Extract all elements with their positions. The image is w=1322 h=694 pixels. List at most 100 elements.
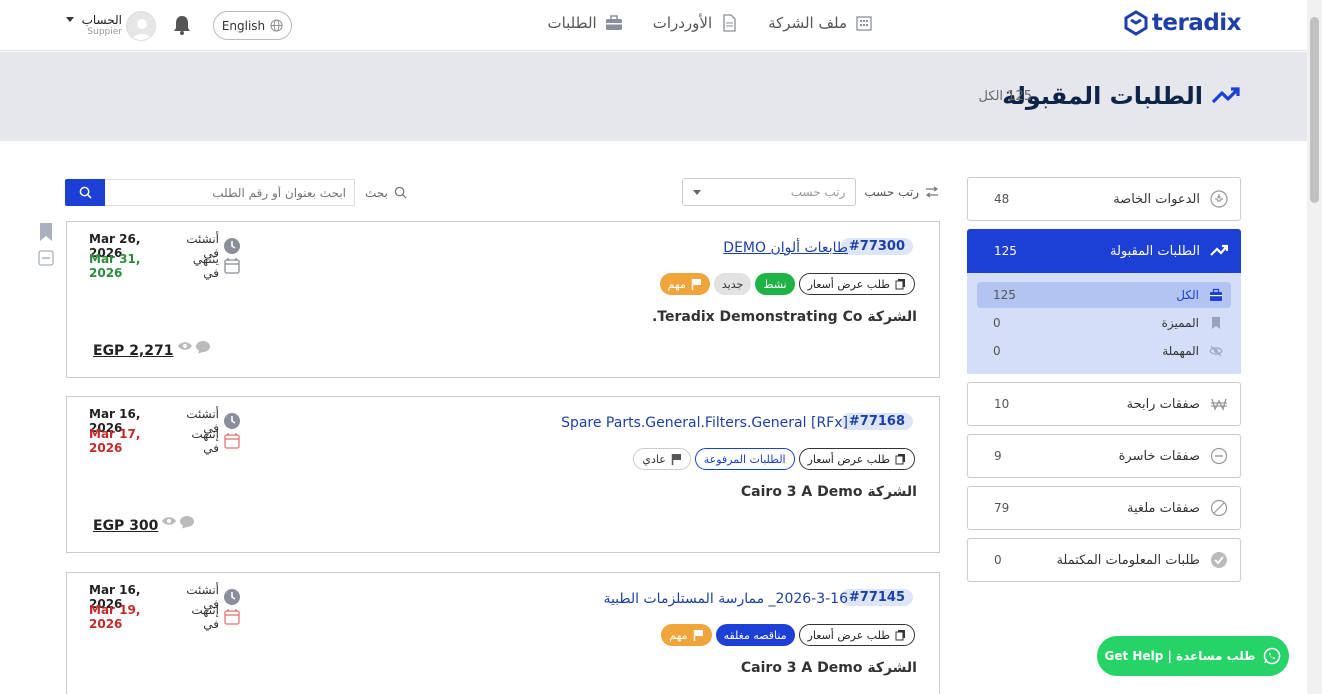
end-label: ينتهي في [192,252,219,280]
tag-priority: عادي [633,448,691,470]
request-price[interactable]: EGP 300 [93,518,158,534]
search-input[interactable] [105,179,355,206]
flag-icon [693,630,703,641]
request-id-badge: #77145 [840,589,913,606]
card-metrics [177,340,211,354]
search-label-text: بحث [365,185,388,200]
comment-icon [180,516,194,529]
search-button[interactable] [65,179,105,206]
cancel-circle-icon [1210,499,1228,517]
check-circle-icon [1211,552,1227,568]
nav-requests-label: الطلبات [547,14,597,32]
nav-requests[interactable]: الطلبات [547,14,622,32]
teradix-logo-icon [1124,10,1148,36]
tag-label: نشط [763,277,787,291]
help-button-label: Get Help | طلب مساعدة [1104,649,1256,663]
main-nav: الطلبات الأوردرات ملف الشركة [547,14,873,32]
account-role: Suppier [87,27,122,37]
request-title-link[interactable]: 2026-3-16_ ممارسة المستلزمات الطبية [603,591,848,607]
tag-new: جديد [713,273,752,295]
sort-dropdown[interactable]: رتب حسب [682,178,857,206]
card-metrics [161,515,195,529]
teradix-logo[interactable]: teradix [1123,10,1242,36]
calendar-icon [224,258,240,274]
tag-closed-tender: مناقصه مغلقه [715,624,795,646]
request-dates: أنشئت في Mar 26, 2026 ينتهي في Mar 31, 2… [89,232,241,280]
tag-label: الطلبات المرفوعة [703,452,786,466]
request-card[interactable]: #77168 [RFx] Spare Parts.General.Filters… [66,396,940,553]
building-icon [856,16,872,31]
flag-icon [671,454,681,465]
sidebar-item-count: 48 [994,192,1010,206]
sidebar-item-cancelled-deals[interactable]: صفقات ملغية 79 [967,486,1241,530]
search-icon [394,186,407,199]
sidebar-item-count: 79 [994,501,1010,515]
sidebar-subitem-label: الكل [1176,288,1199,302]
language-label: English [221,18,266,33]
notification-bell-icon[interactable] [171,14,193,36]
language-switch-button[interactable]: English [213,11,292,40]
sort-icon [925,186,939,198]
list-tools [38,222,56,274]
page-scrollbar[interactable] [1307,0,1322,694]
tag-label: طلب عرض أسعار [807,628,890,642]
chevron-down-icon[interactable] [66,17,74,22]
avatar[interactable] [126,11,156,41]
sidebar-subitem-all[interactable]: الكل 125 [977,282,1231,308]
nav-orders[interactable]: الأوردرات [653,14,738,32]
request-dates: أنشئت في Mar 16, 2026 إنتهت في Mar 17, 2… [89,407,241,455]
sort-bar: رتب حسب رتب حسب [682,178,939,206]
search-label: بحث [365,186,407,200]
collapse-icon[interactable] [38,250,54,266]
end-label: إنتهت في [191,603,219,631]
end-date-row: إنتهت في Mar 17, 2026 [89,427,241,455]
nav-company-profile[interactable]: ملف الشركة [768,14,873,32]
end-label: إنتهت في [191,427,219,455]
eye-icon [178,342,192,350]
request-title-link[interactable]: طابعات ألوان DEMO [723,240,848,256]
request-card[interactable]: #77145 2026-3-16_ ممارسة المستلزمات الطب… [66,572,940,694]
clock-icon [224,589,240,605]
sidebar-item-accepted-requests[interactable]: الطلبات المقبولة 125 [967,229,1241,273]
tag-status: نشط [755,273,795,295]
sidebar-subitem-count: 0 [993,316,1001,330]
trend-up-icon [1211,87,1240,104]
request-tags: طلب عرض أسعار الطلبات المرفوعة عادي [633,448,915,470]
briefcase-icon [605,15,622,30]
sidebar-item-private-invitations[interactable]: الدعوات الخاصة 48 [967,177,1241,221]
minus-circle-icon [1210,447,1228,465]
eye-icon [162,517,176,525]
end-date: Mar 19, 2026 [89,603,141,631]
tag-priority: مهم [661,624,712,646]
sidebar-subitem-label: المميزة [1161,316,1199,330]
tag-rfq: طلب عرض أسعار [798,624,915,646]
copy-icon [895,454,905,465]
end-date: Mar 17, 2026 [89,427,141,455]
tag-label: مهم [667,277,686,291]
sidebar-item-count: 125 [994,244,1017,258]
tag-submitted: الطلبات المرفوعة [694,448,795,470]
sidebar-item-lost-deals[interactable]: صفقات خاسرة 9 [967,434,1241,478]
nav-company-label: ملف الشركة [768,14,847,32]
sidebar: الدعوات الخاصة 48 الطلبات المقبولة 125 ا… [967,177,1241,590]
request-card[interactable]: #77300 طابعات ألوان DEMO طلب عرض أسعار ن… [66,221,940,378]
bookmark-icon[interactable] [38,222,54,242]
request-dates: أنشئت في Mar 16, 2026 إنتهت في Mar 19, 2… [89,583,241,631]
sidebar-subitem-ignored[interactable]: المهملة 0 [977,338,1231,364]
company-name: الشركة Teradix Demonstrating Co. [651,309,917,325]
scrollbar-thumb[interactable] [1310,17,1319,203]
request-price[interactable]: EGP 2,271 [93,343,173,359]
search-icon [79,186,92,199]
end-date-row: ينتهي في Mar 31, 2026 [89,252,241,280]
sidebar-subitem-label: المهملة [1162,344,1199,358]
search-bar: بحث [65,179,407,206]
get-help-button[interactable]: Get Help | طلب مساعدة [1097,636,1289,676]
sidebar-item-won-deals[interactable]: صفقات رابحة 10 [967,382,1241,426]
copy-icon [895,279,905,290]
sort-dropdown-value: رتب حسب [790,185,846,199]
tag-label: طلب عرض أسعار [807,277,890,291]
tag-rfq: طلب عرض أسعار [798,448,915,470]
sidebar-item-completed-rfi[interactable]: طلبات المعلومات المكتملة 0 [967,538,1241,582]
sidebar-subitem-featured[interactable]: المميزة 0 [977,310,1231,336]
request-title-link[interactable]: [RFx] Spare Parts.General.Filters.Genera… [561,415,848,431]
